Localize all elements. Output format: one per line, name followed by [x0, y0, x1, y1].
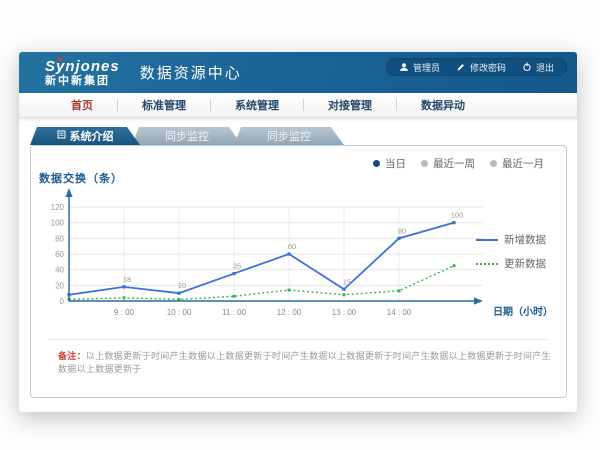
user-button-label: 修改密码 — [470, 61, 506, 74]
svg-text:0: 0 — [60, 297, 65, 306]
range-option-2[interactable]: 最近一周 — [421, 156, 475, 171]
svg-text:60: 60 — [288, 242, 296, 251]
company-logo: Synjones 新中新集团 — [45, 59, 120, 87]
svg-text:9 : 00: 9 : 00 — [114, 308, 135, 317]
svg-text:35: 35 — [233, 262, 241, 271]
user-button-3[interactable]: 退出 — [522, 61, 554, 74]
svg-text:12 : 00: 12 : 00 — [277, 308, 302, 317]
radio-dot-icon — [490, 160, 497, 167]
tab-label: 系统介绍 — [70, 128, 114, 144]
svg-text:15: 15 — [343, 277, 351, 286]
document-icon — [57, 130, 66, 142]
user-button-label: 管理员 — [413, 61, 440, 74]
app-window: Synjones 新中新集团 数据资源中心 管理员修改密码退出 首页标准管理系统… — [19, 52, 577, 412]
svg-text:10 : 00: 10 : 00 — [167, 308, 192, 317]
svg-text:11 : 00: 11 : 00 — [222, 308, 246, 317]
user-button-1[interactable]: 管理员 — [399, 61, 440, 74]
page-title: 数据资源中心 — [140, 62, 242, 83]
svg-text:20: 20 — [55, 281, 64, 290]
range-option-label: 当日 — [385, 156, 406, 171]
user-icon — [399, 62, 409, 72]
note-divider — [49, 339, 548, 340]
tab-bar: 系统介绍 同步监控 同步监控 — [30, 127, 336, 145]
tab-3[interactable]: 同步监控 — [234, 127, 344, 145]
nav-item-5[interactable]: 数据异动 — [397, 97, 489, 113]
range-option-1[interactable]: 当日 — [373, 156, 406, 171]
page: Synjones 新中新集团 数据资源中心 管理员修改密码退出 首页标准管理系统… — [0, 0, 600, 450]
radio-dot-icon — [421, 160, 428, 167]
header: Synjones 新中新集团 数据资源中心 管理员 修改密码 退出 — [19, 52, 577, 93]
nav-item-2[interactable]: 标准管理 — [118, 97, 210, 113]
svg-text:80: 80 — [55, 234, 64, 243]
user-button-label: 退出 — [536, 61, 554, 74]
range-option-label: 最近一周 — [433, 156, 475, 171]
legend-line-icon — [476, 239, 498, 241]
chart-legend: 新增数据更新数据 — [476, 232, 546, 271]
svg-text:日期（小时）: 日期（小时） — [493, 305, 553, 318]
power-icon — [522, 62, 532, 72]
time-range-group: 当日 最近一周 最近一月 — [373, 156, 544, 171]
svg-text:18: 18 — [123, 275, 131, 284]
svg-text:14 : 00: 14 : 00 — [387, 308, 412, 317]
footnote-text: 以上数据更新于时间产生数据以上数据更新于时间产生数据以上数据更新于时间产生数据以… — [58, 351, 551, 374]
tab-1[interactable]: 系统介绍 — [30, 127, 140, 145]
logo-text: Synjones — [45, 59, 120, 74]
svg-text:100: 100 — [51, 219, 65, 228]
nav-item-4[interactable]: 对接管理 — [304, 97, 396, 113]
svg-text:13 : 00: 13 : 00 — [332, 308, 357, 317]
svg-text:100: 100 — [451, 211, 464, 220]
logo-red-dot-icon — [58, 57, 62, 61]
legend-label: 新增数据 — [504, 232, 546, 247]
svg-text:80: 80 — [398, 226, 406, 235]
nav-item-1[interactable]: 首页 — [47, 97, 117, 113]
tab-label: 同步监控 — [267, 128, 311, 144]
main-nav: 首页标准管理系统管理对接管理数据异动 — [19, 93, 577, 118]
tab-label: 同步监控 — [165, 128, 209, 144]
edit-icon — [456, 62, 466, 72]
svg-text:10: 10 — [178, 281, 186, 290]
legend-item-1: 新增数据 — [476, 232, 546, 247]
legend-line-icon — [476, 263, 498, 265]
user-button-2[interactable]: 修改密码 — [456, 61, 506, 74]
logo-subtext: 新中新集团 — [45, 76, 120, 87]
svg-text:60: 60 — [55, 250, 64, 259]
footnote-prefix: 备注： — [58, 351, 86, 361]
nav-item-3[interactable]: 系统管理 — [211, 97, 303, 113]
svg-text:120: 120 — [51, 203, 65, 212]
tab-2[interactable]: 同步监控 — [132, 127, 242, 145]
range-option-3[interactable]: 最近一月 — [490, 156, 544, 171]
content-panel: 当日最近一周最近一月 数据交换（条） 020406080100120181035… — [30, 145, 567, 398]
legend-item-2: 更新数据 — [476, 256, 546, 271]
legend-label: 更新数据 — [504, 256, 546, 271]
svg-text:40: 40 — [55, 266, 64, 275]
user-toolbar: 管理员 修改密码 退出 — [386, 58, 567, 76]
range-option-label: 最近一月 — [502, 156, 544, 171]
radio-dot-icon — [373, 160, 380, 167]
footnote: 备注：以上数据更新于时间产生数据以上数据更新于时间产生数据以上数据更新于时间产生… — [58, 349, 558, 375]
